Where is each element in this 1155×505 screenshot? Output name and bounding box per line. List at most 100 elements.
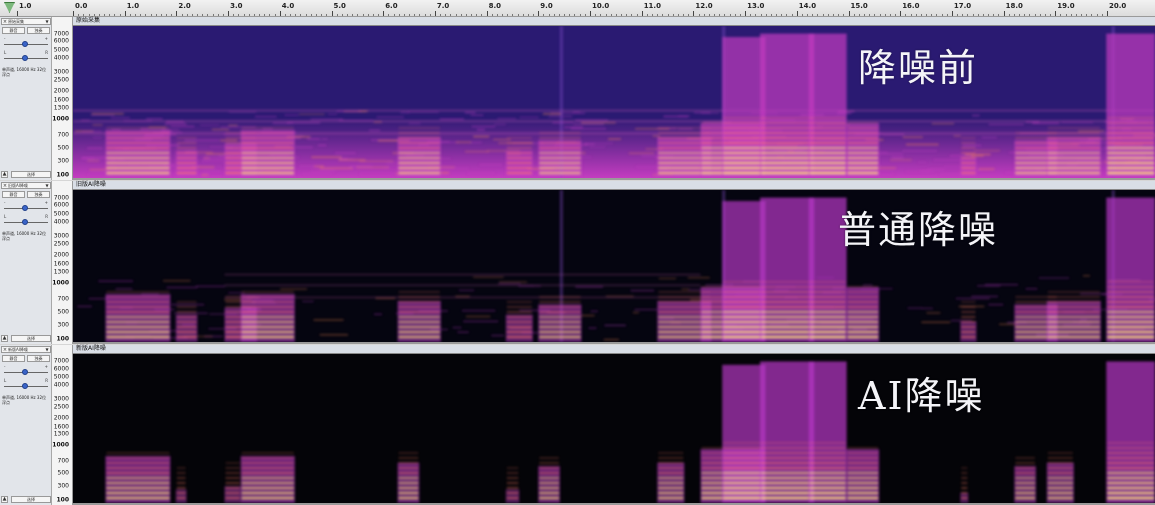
ruler-minor-tick	[98, 14, 100, 16]
ruler-minor-tick	[724, 14, 726, 16]
ruler-minor-tick	[683, 14, 685, 16]
track-name-bar[interactable]: × 新版AI降噪 ▼	[1, 346, 51, 353]
pan-slider[interactable]: L R	[4, 50, 48, 61]
ruler-minor-tick	[770, 14, 772, 16]
ruler-minor-tick	[610, 14, 612, 16]
track-name-bar[interactable]: × 原始采集 ▼	[1, 18, 51, 25]
ruler-minor-tick	[78, 14, 80, 16]
clip-title-bar[interactable]: 新版AI降噪	[73, 345, 1155, 354]
ruler-minor-tick	[476, 14, 478, 16]
frequency-tick-label: 1600	[53, 96, 69, 104]
track-name-bar[interactable]: × 旧版AI降噪 ▼	[1, 182, 51, 189]
mute-button[interactable]: 静音	[2, 355, 25, 362]
slider-knob[interactable]	[22, 55, 28, 61]
ruler-minor-tick	[905, 14, 907, 16]
ruler-minor-tick	[982, 14, 984, 16]
slider-knob[interactable]	[22, 41, 28, 47]
mute-button[interactable]: 静音	[2, 27, 25, 34]
ruler-tick-label: 15.0	[850, 2, 868, 10]
slider-knob[interactable]	[22, 383, 28, 389]
chevron-down-icon[interactable]: ▼	[44, 19, 50, 24]
ruler-tick-label: 18.0	[1005, 2, 1023, 10]
ruler-tick	[1055, 11, 1057, 16]
frequency-tick-label: 3000	[53, 68, 69, 76]
track-bottom-bar: ▲ 选择	[1, 170, 51, 178]
frequency-tick-label: 700	[57, 457, 69, 465]
gain-slider[interactable]: - +	[4, 200, 48, 211]
ruler-tick-label: 14.0	[798, 2, 817, 10]
ruler-minor-tick	[310, 14, 312, 16]
frequency-tick-label: 7000	[53, 30, 69, 38]
ruler-minor-tick	[1081, 14, 1083, 16]
triangle-up-icon[interactable]: ▲	[1, 495, 8, 503]
ruler-minor-tick	[336, 14, 338, 16]
spectrogram[interactable]	[73, 354, 1155, 503]
frequency-tick-label: 1300	[53, 104, 69, 112]
frequency-tick-label: 1600	[53, 260, 69, 268]
frequency-tick-label: 700	[57, 295, 69, 303]
frequency-tick-label: 300	[57, 321, 69, 329]
clip-title-bar[interactable]: 旧版AI降噪	[73, 181, 1155, 190]
ruler-minor-tick	[946, 14, 948, 16]
pan-slider[interactable]: L R	[4, 214, 48, 225]
clip-area[interactable]: 新版AI降噪 AI降噪	[73, 345, 1155, 505]
overlay-caption: 降噪前	[858, 46, 979, 90]
triangle-down-icon[interactable]	[4, 2, 15, 13]
triangle-up-icon[interactable]: ▲	[1, 334, 8, 342]
ruler-minor-tick	[600, 14, 602, 16]
frequency-tick-label: 5000	[53, 210, 69, 218]
pan-slider[interactable]: L R	[4, 378, 48, 389]
frequency-tick-label: 300	[57, 157, 69, 165]
solo-button[interactable]: 独奏	[27, 27, 50, 34]
frequency-tick-label: 2500	[53, 403, 69, 411]
chevron-down-icon[interactable]: ▼	[44, 347, 50, 352]
ruler-minor-tick	[879, 14, 881, 16]
slider-knob[interactable]	[22, 219, 28, 225]
ruler-minor-tick	[558, 14, 560, 16]
ruler-minor-tick	[719, 14, 721, 16]
ruler-minor-tick	[843, 14, 845, 16]
spectrogram[interactable]	[73, 26, 1155, 178]
solo-button[interactable]: 独奏	[27, 191, 50, 198]
ruler-minor-tick	[714, 14, 716, 16]
slider-max-label: +	[44, 364, 48, 369]
gain-slider[interactable]: - +	[4, 36, 48, 47]
gain-slider[interactable]: - +	[4, 364, 48, 375]
track-format-info: 单声道, 16000 Hz 32位 浮点	[2, 67, 47, 77]
clip-area[interactable]: 旧版AI降噪 普通降噪	[73, 181, 1155, 344]
ruler-minor-tick	[1008, 14, 1010, 16]
frequency-tick-label: 500	[57, 469, 69, 477]
ruler-minor-tick	[895, 14, 897, 16]
select-button[interactable]: 选择	[11, 334, 51, 342]
clip-title-bar[interactable]: 原始采集	[73, 17, 1155, 26]
solo-button[interactable]: 独奏	[27, 355, 50, 362]
ruler-minor-tick	[491, 14, 493, 16]
mute-solo-group: 静音 独奏	[2, 191, 50, 198]
spectrogram-canvas	[73, 354, 1155, 503]
select-button[interactable]: 选择	[11, 170, 51, 178]
frequency-tick-label: 4000	[53, 218, 69, 226]
slider-knob[interactable]	[22, 205, 28, 211]
chevron-down-icon[interactable]: ▼	[44, 183, 50, 188]
mute-button[interactable]: 静音	[2, 191, 25, 198]
ruler-minor-tick	[915, 14, 917, 16]
overlay-caption: AI降噪	[858, 374, 985, 418]
frequency-tick-label: 5000	[53, 373, 69, 381]
timeline-ruler[interactable]: 1.0 0.0 1.0 2.0 3.0 4.0 5.0 6.0 7.0 8.0 9.0 10.0 11.…	[0, 0, 1155, 17]
select-button[interactable]: 选择	[11, 495, 51, 503]
ruler-tick-label: 8.0	[488, 2, 501, 10]
slider-knob[interactable]	[22, 369, 28, 375]
track-old-ai-denoise: × 旧版AI降噪 ▼ 静音 独奏 - + L R 单声道, 16000 Hz 3…	[0, 181, 1155, 344]
triangle-up-icon[interactable]: ▲	[1, 170, 8, 178]
clip-area[interactable]: 原始采集 降噪前	[73, 17, 1155, 180]
track-format-info: 单声道, 16000 Hz 32位 浮点	[2, 395, 47, 405]
ruler-minor-tick	[791, 14, 793, 16]
ruler-minor-tick	[755, 14, 757, 16]
ruler-minor-tick	[197, 14, 199, 16]
ruler-minor-tick	[290, 14, 292, 16]
ruler-minor-tick	[703, 14, 705, 16]
frequency-scale: 7000 6000 5000 4000 3000 2500 2000 1600 1300 1000…	[52, 17, 73, 180]
ruler-minor-tick	[1039, 14, 1041, 16]
ruler-minor-tick	[269, 14, 271, 16]
ruler-minor-tick	[140, 14, 142, 16]
